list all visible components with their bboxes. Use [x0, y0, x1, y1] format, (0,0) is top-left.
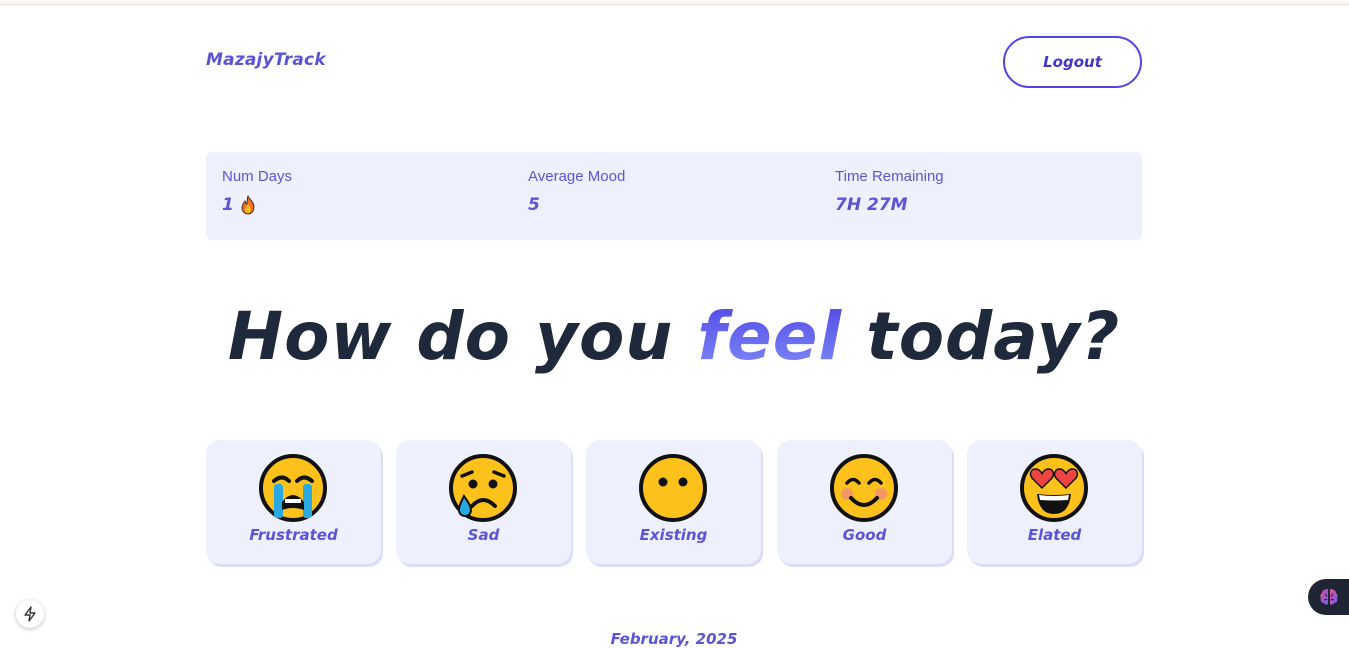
stat-time-remaining: Time Remaining 7H 27M	[835, 168, 944, 215]
stat-label: Time Remaining	[835, 168, 944, 185]
stat-value: 1	[222, 195, 292, 215]
mood-label: Good	[842, 526, 887, 544]
mood-selector: Frustrated Sad Existing Good Elated	[206, 440, 1146, 568]
heart-eyes-face-icon	[1020, 454, 1088, 522]
stats-panel: Num Days 1 Average Mood 5 Time Remaining…	[206, 152, 1142, 240]
loudly-crying-face-icon	[259, 454, 327, 522]
stat-label: Num Days	[222, 168, 293, 185]
brain-icon	[1320, 589, 1338, 605]
mood-label: Existing	[639, 526, 708, 544]
mood-label: Frustrated	[249, 526, 338, 544]
lightning-icon	[24, 606, 36, 622]
headline-after: today?	[842, 298, 1121, 375]
headline-accent: feel	[697, 298, 843, 375]
stat-label: Average Mood	[528, 168, 626, 185]
crying-face-icon	[449, 454, 517, 522]
dev-tools-button[interactable]	[16, 600, 44, 628]
mood-option-existing[interactable]: Existing	[586, 440, 761, 564]
stat-average-mood: Average Mood 5	[528, 168, 625, 215]
page-headline: How do you feel today?	[206, 298, 1142, 375]
fire-icon	[241, 195, 255, 215]
assistant-widget-button[interactable]	[1308, 579, 1349, 615]
headline-before: How do you	[227, 298, 698, 375]
mood-option-frustrated[interactable]: Frustrated	[206, 440, 381, 564]
num-days-value: 1	[222, 195, 234, 215]
mood-label: Elated	[1027, 526, 1082, 544]
mood-option-sad[interactable]: Sad	[396, 440, 571, 564]
app-container: MazajyTrack Logout Num Days 1 Average Mo…	[206, 0, 1142, 648]
brand-logo[interactable]: MazajyTrack	[206, 50, 326, 70]
stat-value: 5	[528, 195, 540, 215]
face-without-mouth-icon	[639, 454, 707, 522]
logout-button[interactable]: Logout	[1003, 36, 1142, 88]
calendar-month-title: February, 2025	[610, 630, 738, 648]
mood-option-good[interactable]: Good	[777, 440, 952, 564]
stat-num-days: Num Days 1	[222, 168, 292, 215]
mood-option-elated[interactable]: Elated	[967, 440, 1142, 564]
mood-label: Sad	[467, 526, 500, 544]
stat-value: 7H 27M	[835, 195, 908, 215]
smiling-face-icon	[830, 454, 898, 522]
